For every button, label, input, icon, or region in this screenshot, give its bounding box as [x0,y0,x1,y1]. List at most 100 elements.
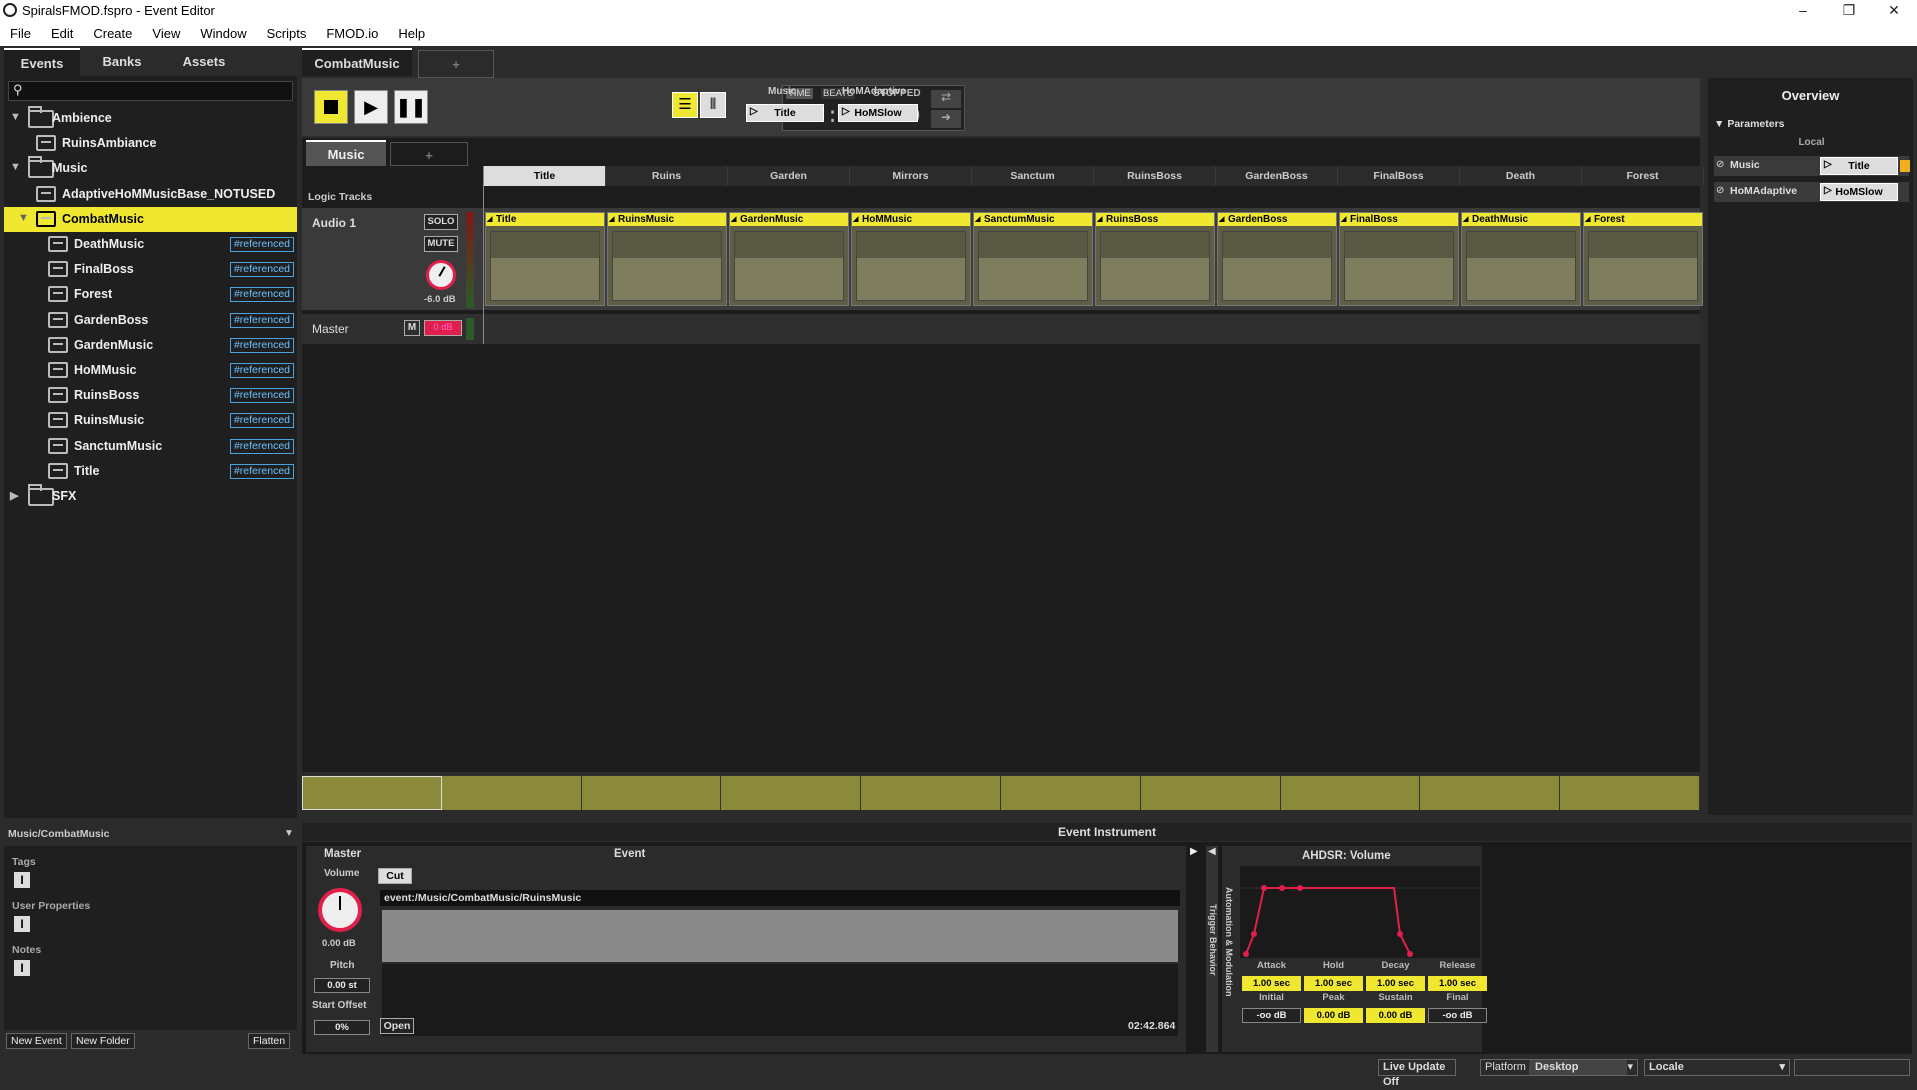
add-sheet-button[interactable]: + [390,142,468,166]
search-input[interactable]: ⚲ [8,81,293,101]
collapse-left-icon[interactable]: ◀ [1208,846,1220,857]
minimap-viewport[interactable] [302,776,442,810]
follow-icon[interactable]: ➜ [931,110,961,128]
ahdsr-peak-field[interactable]: 0.00 dB [1304,1008,1363,1023]
initial-handle[interactable] [1243,951,1249,957]
ahdsr-hold-field[interactable]: 1.00 sec [1304,976,1363,991]
instrument-clip[interactable]: RuinsBoss [1095,212,1215,306]
marker-finalboss[interactable]: FinalBoss [1338,166,1460,186]
folder-item[interactable]: ▶ SFX [4,484,297,509]
master-fader[interactable]: 0 dB [424,320,462,336]
ahdsr-initial-field[interactable]: -oo dB [1242,1008,1301,1023]
instrument-clip[interactable]: GardenMusic [729,212,849,306]
collapse-arrow-icon[interactable]: ▼ [10,161,21,173]
marker-title[interactable]: Title [484,166,606,186]
event-item[interactable]: RuinsAmbiance [4,131,297,156]
overview-param-music[interactable]: ⊘ Music ▷ Title [1714,156,1910,176]
attack-handle[interactable] [1251,931,1257,937]
param-music-selector[interactable]: ▷ Title [746,104,824,122]
user-props-text-cursor-icon[interactable]: I [14,916,30,932]
notes-text-cursor-icon[interactable]: I [14,960,30,976]
event-item[interactable]: Forest #referenced [4,282,297,307]
marker-garden[interactable]: Garden [728,166,850,186]
list-view-icon[interactable]: ☰ [672,92,698,118]
new-folder-button[interactable]: New Folder [71,1033,135,1049]
marker-forest[interactable]: Forest [1582,166,1704,186]
loop-icon[interactable]: ⇄ [931,90,961,108]
event-item[interactable]: RuinsMusic #referenced [4,408,297,433]
event-item[interactable]: AdaptiveHoMMusicBase_NOTUSED [4,182,297,207]
menu-window[interactable]: Window [190,21,256,41]
param-value-box[interactable]: ▷ Title [1820,157,1898,175]
event-item[interactable]: DeathMusic #referenced [4,232,297,257]
instrument-clip[interactable]: SanctumMusic [973,212,1093,306]
collapse-arrow-icon[interactable]: ▼ [18,212,29,224]
marker-death[interactable]: Death [1460,166,1582,186]
new-event-button[interactable]: New Event [6,1033,67,1049]
platform-select[interactable]: Platform Desktop ▾ [1480,1059,1638,1076]
instrument-clip[interactable]: HoMMusic [851,212,971,306]
play-button[interactable]: ▶ [354,90,388,124]
track-header[interactable]: Audio 1 SOLO MUTE -6.0 dB [302,208,482,310]
instrument-clip[interactable]: DeathMusic [1461,212,1581,306]
mute-button[interactable]: MUTE [424,236,458,252]
instrument-volume-knob-icon[interactable] [318,888,362,932]
marker-gardenboss[interactable]: GardenBoss [1216,166,1338,186]
param-homadaptive-selector[interactable]: ▷ HoMSlow [838,104,918,122]
grid-view-icon[interactable]: ⦀ [700,92,726,118]
hold-handle[interactable] [1279,885,1285,891]
pitch-field[interactable]: 0.00 st [314,978,370,993]
start-offset-field[interactable]: 0% [314,1020,370,1035]
event-item[interactable]: SanctumMusic #referenced [4,434,297,459]
param-value-box[interactable]: ▷ HoMSlow [1820,183,1898,201]
instrument-clip[interactable]: Title [485,212,605,306]
overview-minimap[interactable] [302,776,1700,810]
menu-view[interactable]: View [142,21,190,41]
tab-assets[interactable]: Assets [166,48,242,76]
automation-label[interactable]: Automation & Modulation [1220,862,1234,1022]
folder-item[interactable]: ▼ Music [4,156,297,181]
menu-help[interactable]: Help [388,21,435,41]
folder-item[interactable]: ▼ Ambience [4,106,297,131]
instrument-clip[interactable]: Forest [1583,212,1703,306]
trigger-label[interactable]: Trigger Behavior [1206,860,1218,1020]
collapse-right-icon[interactable]: ▶ [1190,846,1202,860]
collapse-arrow-icon[interactable]: ▼ [10,111,21,123]
chevron-down-icon[interactable]: ▼ [284,828,294,839]
overview-param-homadaptive[interactable]: ⊘ HoMAdaptive ▷ HoMSlow [1714,182,1909,202]
event-item[interactable]: ▼ CombatMusic [4,206,297,232]
open-button[interactable]: Open [380,1018,414,1034]
volume-knob-icon[interactable] [426,260,456,290]
expand-arrow-icon[interactable]: ▶ [10,489,18,502]
event-item[interactable]: HoMMusic #referenced [4,358,297,383]
menu-create[interactable]: Create [83,21,142,41]
instrument-clip[interactable]: FinalBoss [1339,212,1459,306]
tags-text-cursor-icon[interactable]: I [14,872,30,888]
ahdsr-attack-field[interactable]: 1.00 sec [1242,976,1301,991]
marker-ruins[interactable]: Ruins [606,166,728,186]
ahdsr-curve[interactable] [1240,866,1480,958]
marker-sanctum[interactable]: Sanctum [972,166,1094,186]
menu-file[interactable]: File [0,21,41,41]
ahdsr-final-field[interactable]: -oo dB [1428,1008,1487,1023]
parameters-section[interactable]: ▼ Parameters [1714,118,1785,130]
event-item[interactable]: RuinsBoss #referenced [4,383,297,408]
solo-button[interactable]: SOLO [424,214,458,230]
ahdsr-sustain-field[interactable]: 0.00 dB [1366,1008,1425,1023]
release-handle[interactable] [1397,931,1403,937]
event-item[interactable]: FinalBoss #referenced [4,257,297,282]
event-item[interactable]: GardenMusic #referenced [4,333,297,358]
flatten-button[interactable]: Flatten [248,1033,291,1049]
menu-fmodio[interactable]: FMOD.io [316,21,388,41]
tab-music-sheet[interactable]: Music [306,140,386,166]
instrument-clip[interactable]: RuinsMusic [607,212,727,306]
event-item[interactable]: GardenBoss #referenced [4,308,297,333]
marker-mirrors[interactable]: Mirrors [850,166,972,186]
stop-button[interactable] [314,90,348,124]
tab-banks[interactable]: Banks [84,48,160,76]
ahdsr-decay-field[interactable]: 1.00 sec [1366,976,1425,991]
tab-events[interactable]: Events [4,48,80,76]
instrument-clip[interactable]: GardenBoss [1217,212,1337,306]
waveform-area[interactable] [382,910,1178,962]
tab-combatmusic[interactable]: CombatMusic [302,48,412,76]
